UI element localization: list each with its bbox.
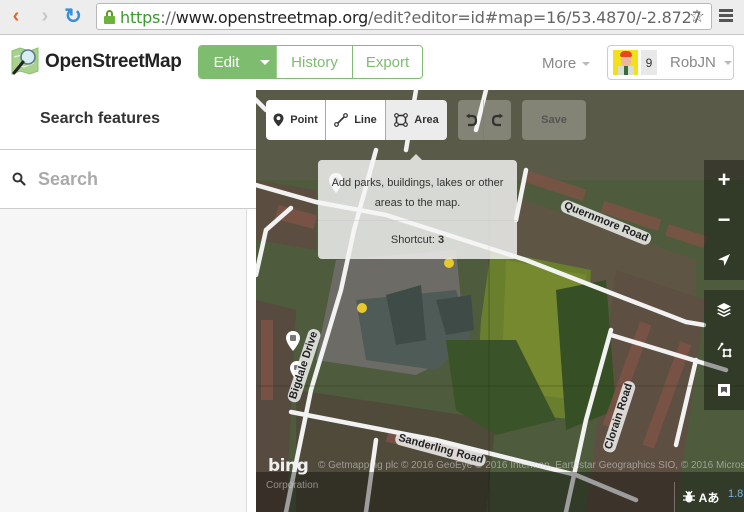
plus-icon: +	[717, 167, 731, 192]
point-label: Point	[290, 114, 318, 126]
geolocate-button[interactable]	[704, 240, 744, 280]
line-label: Line	[354, 114, 377, 126]
background-settings-button[interactable]	[704, 290, 744, 330]
forward-button[interactable]: ›	[34, 5, 56, 27]
address-bar[interactable]: https://www.openstreetmap.org/edit?edito…	[96, 3, 712, 30]
caret-down-icon	[582, 61, 591, 66]
tooltip-shortcut: Shortcut: 3	[390, 234, 445, 246]
imagery-attribution[interactable]: © Getmapping plc © 2016 GeoEye © 2016 In…	[318, 460, 744, 471]
reload-button[interactable]: ↻	[62, 4, 84, 28]
version-link[interactable]: 1.8	[728, 488, 743, 500]
message-count-badge: 9	[641, 50, 657, 75]
browser-toolbar: ‹ › ↻ https://www.openstreetmap.org/edit…	[0, 0, 744, 35]
caret-down-icon	[260, 59, 270, 65]
redo-icon	[491, 113, 503, 127]
shortcut-key: 3	[437, 234, 445, 246]
map-data-button[interactable]	[704, 330, 744, 370]
more-menu[interactable]: More	[542, 55, 591, 72]
reload-icon: ↻	[64, 4, 82, 28]
bug-report-icon[interactable]	[682, 490, 696, 504]
language-icon[interactable]: Aあ	[699, 489, 720, 506]
search-input[interactable]	[38, 160, 248, 198]
lock-icon	[104, 10, 115, 24]
footer-tools[interactable]: Aあ	[674, 482, 726, 512]
save-button[interactable]: Save	[522, 100, 586, 140]
osm-logo-icon[interactable]	[10, 45, 40, 77]
export-button[interactable]: Export	[352, 46, 422, 78]
feature-search	[0, 150, 256, 209]
imagery-attribution-line2: Corporation	[266, 480, 319, 491]
search-icon	[12, 172, 26, 186]
aerial-imagery	[256, 90, 744, 512]
url-text[interactable]: https://www.openstreetmap.org/edit?edito…	[120, 8, 702, 27]
map-footer	[256, 472, 744, 512]
add-area-button[interactable]: Area	[386, 100, 447, 140]
edit-dropdown-toggle[interactable]	[254, 46, 276, 78]
user-menu[interactable]: 9 RobJN	[607, 45, 734, 80]
area-icon	[394, 113, 409, 127]
help-button[interactable]	[704, 370, 744, 410]
back-arrow-icon: ‹	[12, 4, 20, 27]
help-book-icon	[718, 384, 730, 396]
add-line-button[interactable]: Line	[326, 100, 386, 140]
browser-menu-icon[interactable]	[719, 9, 733, 23]
back-button[interactable]: ‹	[5, 5, 27, 27]
bus-stop-pin-icon[interactable]	[285, 330, 301, 352]
zoom-in-button[interactable]: +	[704, 160, 744, 200]
point-marker-icon	[273, 113, 284, 127]
site-header: OpenStreetMap Edit History Export More 9…	[0, 36, 744, 90]
avatar	[613, 50, 638, 75]
sidebar-title: Search features	[40, 110, 161, 127]
bookmark-star-icon[interactable]: ☆	[689, 6, 705, 27]
sidebar-header: Search features	[0, 90, 256, 150]
undo-button[interactable]	[458, 100, 484, 140]
edit-nav-group: Edit History Export	[198, 45, 423, 79]
undo-icon	[465, 113, 477, 127]
zoom-out-button[interactable]: −	[704, 200, 744, 240]
map-data-icon	[717, 342, 732, 358]
sidebar-gutter	[247, 209, 256, 512]
line-icon	[334, 113, 349, 127]
redo-button[interactable]	[484, 100, 511, 140]
tooltip-description: Add parks, buildings, lakes or other are…	[331, 177, 504, 209]
layers-icon	[717, 303, 731, 317]
add-point-button[interactable]: Point	[266, 100, 326, 140]
area-label: Area	[414, 114, 439, 126]
area-tooltip: Add parks, buildings, lakes or other are…	[318, 154, 517, 259]
sidebar: Search features	[0, 90, 256, 512]
username: RobJN	[670, 54, 716, 71]
forward-arrow-icon: ›	[41, 4, 49, 27]
minus-icon: −	[717, 207, 731, 232]
caret-down-icon	[723, 60, 732, 65]
brand-name[interactable]: OpenStreetMap	[45, 51, 182, 73]
map-canvas[interactable]: Quernmore Road Bigdale Drive Sanderling …	[256, 90, 744, 512]
geolocate-arrow-icon	[718, 254, 730, 266]
history-button[interactable]: History	[276, 46, 352, 78]
more-label: More	[542, 55, 577, 72]
edit-button[interactable]: Edit	[199, 46, 254, 78]
bing-logo: bing	[268, 456, 309, 476]
